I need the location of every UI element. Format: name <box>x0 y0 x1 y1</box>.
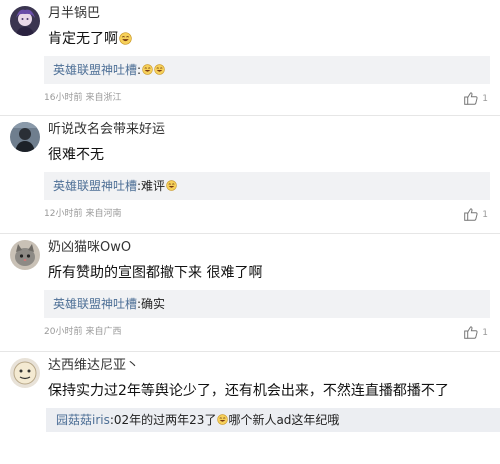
reply-text: :确实 <box>137 297 166 311</box>
comment-item: 月半锅巴 肯定无了啊 英雄联盟神吐槽: 16小时前 来自浙江 1 <box>0 0 500 116</box>
comment-text: 保持实力过2年等舆论少了，还有机会出来，不然连直播都播不了 <box>48 383 449 399</box>
timestamp: 12小时前 <box>44 209 83 219</box>
reply-text: :难评 <box>137 179 166 193</box>
comment-meta: 12小时前 来自河南 <box>44 208 121 220</box>
avatar[interactable] <box>10 6 40 36</box>
avatar[interactable] <box>10 240 40 270</box>
username[interactable]: 达西维达尼亚丶 <box>48 358 139 374</box>
comment-meta: 16小时前 来自浙江 <box>44 92 121 104</box>
like-count: 1 <box>482 210 488 220</box>
like-icon[interactable] <box>464 208 478 221</box>
location: 来自广西 <box>85 327 122 337</box>
reply-author[interactable]: 园菇菇iris <box>56 413 110 427</box>
location: 来自浙江 <box>85 93 122 103</box>
comment-text: 所有赞助的宣图都撤下来 很难了啊 <box>48 265 263 281</box>
reply-preview[interactable]: 园菇菇iris:02年的过两年23了 哪个新人ad这年纪哦 <box>46 408 500 432</box>
comment-item: 听说改名会带来好运 很难不无 英雄联盟神吐槽:难评 12小时前 来自河南 1 <box>0 116 500 234</box>
like-count: 1 <box>482 328 488 338</box>
reply-author[interactable]: 英雄联盟神吐槽 <box>53 179 137 193</box>
grin-emoji-icon <box>154 64 165 75</box>
reply-author[interactable]: 英雄联盟神吐槽 <box>53 63 137 77</box>
like-count: 1 <box>482 94 488 104</box>
comment-text: 肯定无了啊 <box>48 30 132 48</box>
reply-text-continued: 哪个新人ad这年纪哦 <box>228 413 340 427</box>
reply-preview[interactable]: 英雄联盟神吐槽: <box>44 56 490 84</box>
comment-text: 很难不无 <box>48 147 104 163</box>
timestamp: 20小时前 <box>44 327 83 337</box>
location: 来自河南 <box>85 209 122 219</box>
avatar[interactable] <box>10 358 40 388</box>
like-icon[interactable] <box>464 92 478 105</box>
comment-item: 达西维达尼亚丶 保持实力过2年等舆论少了，还有机会出来，不然连直播都播不了 园菇… <box>0 352 500 464</box>
username[interactable]: 奶凶猫咪OwO <box>48 240 131 256</box>
timestamp: 16小时前 <box>44 93 83 103</box>
grin-emoji-icon <box>142 64 153 75</box>
reply-text: :02年的过两年23了 <box>109 413 217 427</box>
reply-text: : <box>137 63 142 77</box>
reply-preview[interactable]: 英雄联盟神吐槽:难评 <box>44 172 490 200</box>
comment-item: 奶凶猫咪OwO 所有赞助的宣图都撤下来 很难了啊 英雄联盟神吐槽:确实 20小时… <box>0 234 500 352</box>
username[interactable]: 听说改名会带来好运 <box>48 122 165 138</box>
avatar[interactable] <box>10 122 40 152</box>
comment-meta: 20小时前 来自广西 <box>44 326 121 338</box>
grin-emoji-icon <box>119 32 132 45</box>
username[interactable]: 月半锅巴 <box>48 6 100 22</box>
reply-author[interactable]: 英雄联盟神吐槽 <box>53 297 137 311</box>
like-icon[interactable] <box>464 326 478 339</box>
reply-preview[interactable]: 英雄联盟神吐槽:确实 <box>44 290 490 318</box>
grin-emoji-icon <box>217 414 228 425</box>
grin-emoji-icon <box>166 180 177 191</box>
